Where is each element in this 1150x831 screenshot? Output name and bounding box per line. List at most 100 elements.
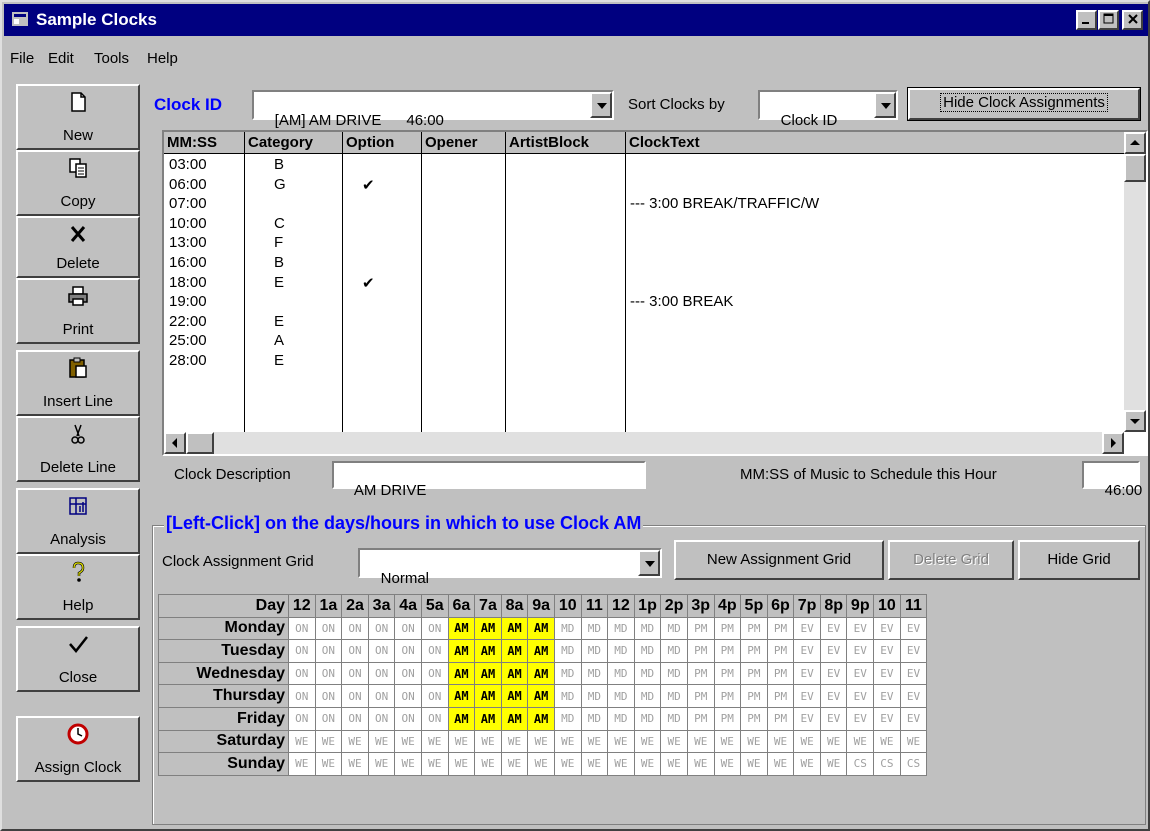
grid-cell[interactable]: WE [766,752,795,776]
grid-hour-header[interactable]: 6p [766,594,795,618]
grid-cell[interactable]: EV [846,639,875,663]
grid-cell[interactable]: AM [447,661,476,686]
menu-tools[interactable]: Tools [94,50,129,67]
table-row[interactable]: 18:00 E ✔ [164,274,1126,293]
grid-cell[interactable]: ON [314,661,343,686]
vertical-scrollbar[interactable] [1124,132,1146,432]
grid-cell[interactable]: MD [660,706,688,731]
grid-cell[interactable]: ON [341,661,369,686]
grid-hour-header[interactable]: 8a [500,594,529,618]
grid-cell[interactable]: PM [713,616,742,641]
cell-time[interactable]: 10:00 [169,215,207,232]
mmss-music-input[interactable]: 46:00 [1082,461,1142,499]
grid-cell[interactable]: WE [607,729,635,754]
grid-cell[interactable]: PM [713,639,742,663]
grid-cell[interactable]: AM [500,706,529,731]
delete-grid-button[interactable]: Delete Grid [888,540,1014,580]
grid-cell[interactable]: EV [899,639,928,663]
grid-cell[interactable]: PM [686,616,715,641]
grid-cell[interactable]: WE [341,752,369,776]
table-row[interactable]: 13:00 F [164,234,1126,253]
grid-cell[interactable]: PM [686,684,715,708]
grid-hour-header[interactable]: 4p [713,594,742,618]
grid-cell[interactable]: ON [394,706,422,731]
grid-cell[interactable]: MD [660,616,688,641]
grid-cell[interactable]: WE [500,729,529,754]
grid-cell[interactable]: EV [793,616,821,641]
grid-hour-header[interactable]: 5a [420,594,449,618]
grid-cell[interactable]: WE [633,752,662,776]
grid-cell[interactable]: ON [314,684,343,708]
help-button[interactable]: Help [16,554,140,620]
grid-cell[interactable]: WE [580,729,609,754]
grid-cell[interactable]: WE [873,729,901,754]
grid-cell[interactable]: WE [314,729,343,754]
grid-cell[interactable]: ON [420,706,449,731]
grid-cell[interactable]: AM [527,661,555,686]
clock-table[interactable]: MM:SS Category Option Opener ArtistBlock… [162,130,1148,456]
menu-help[interactable]: Help [147,50,178,67]
menu-file[interactable]: File [10,50,34,67]
grid-cell[interactable]: ON [420,661,449,686]
cell-clocktext[interactable]: --- 3:00 BREAK [630,293,733,310]
grid-cell[interactable]: WE [713,729,742,754]
insert-line-button[interactable]: Insert Line [16,350,140,416]
assignment-grid-dropdown-button[interactable] [638,550,660,576]
grid-cell[interactable]: ON [288,684,316,708]
table-row[interactable]: 06:00 G ✔ [164,176,1126,195]
grid-cell[interactable]: EV [793,661,821,686]
grid-hour-header[interactable]: 9p [846,594,875,618]
scroll-left-button[interactable] [164,432,186,454]
grid-hour-header[interactable]: 7a [474,594,502,618]
sort-clocks-dropdown-button[interactable] [874,92,896,118]
scroll-down-button[interactable] [1124,410,1146,432]
grid-cell[interactable]: WE [660,752,688,776]
hide-grid-button[interactable]: Hide Grid [1018,540,1140,580]
minimize-button[interactable] [1076,10,1097,30]
grid-cell[interactable]: MD [580,684,609,708]
grid-cell[interactable]: WE [527,752,555,776]
cell-time[interactable]: 22:00 [169,313,207,330]
horizontal-scrollbar[interactable] [164,432,1124,454]
grid-cell[interactable]: AM [527,639,555,663]
grid-day-label[interactable]: Friday [158,706,289,731]
grid-day-label[interactable]: Tuesday [158,639,289,663]
grid-cell[interactable]: PM [766,661,795,686]
grid-cell[interactable]: ON [288,661,316,686]
close-button[interactable]: Close [16,626,140,692]
grid-hour-header[interactable]: 1p [633,594,662,618]
grid-cell[interactable]: EV [873,661,901,686]
grid-cell[interactable]: PM [766,684,795,708]
assign-clock-button[interactable]: Assign Clock [16,716,140,782]
grid-cell[interactable]: EV [819,706,848,731]
cell-category[interactable]: E [274,274,284,291]
cell-time[interactable]: 28:00 [169,352,207,369]
grid-cell[interactable]: EV [899,684,928,708]
clock-id-dropdown-button[interactable] [590,92,612,118]
grid-cell[interactable]: MD [580,639,609,663]
grid-cell[interactable]: ON [367,684,396,708]
grid-cell[interactable]: AM [527,684,555,708]
table-row[interactable]: 22:00 E [164,313,1126,332]
grid-cell[interactable]: ON [314,616,343,641]
grid-cell[interactable]: AM [474,706,502,731]
grid-cell[interactable]: WE [288,729,316,754]
grid-cell[interactable]: ON [420,684,449,708]
grid-cell[interactable]: PM [713,684,742,708]
grid-cell[interactable]: MD [607,706,635,731]
grid-cell[interactable]: WE [553,752,582,776]
grid-cell[interactable]: AM [474,639,502,663]
print-button[interactable]: Print [16,278,140,344]
cell-time[interactable]: 19:00 [169,293,207,310]
grid-cell[interactable]: WE [420,752,449,776]
analysis-button[interactable]: Analysis [16,488,140,554]
grid-cell[interactable]: CS [899,752,928,776]
table-row[interactable]: 25:00 A [164,332,1126,351]
header-mmss[interactable]: MM:SS [164,132,245,154]
grid-cell[interactable]: WE [288,752,316,776]
grid-cell[interactable]: EV [846,684,875,708]
title-bar[interactable]: Sample Clocks [4,4,1148,36]
grid-cell[interactable]: WE [580,752,609,776]
grid-cell[interactable]: ON [367,661,396,686]
grid-cell[interactable]: WE [686,729,715,754]
